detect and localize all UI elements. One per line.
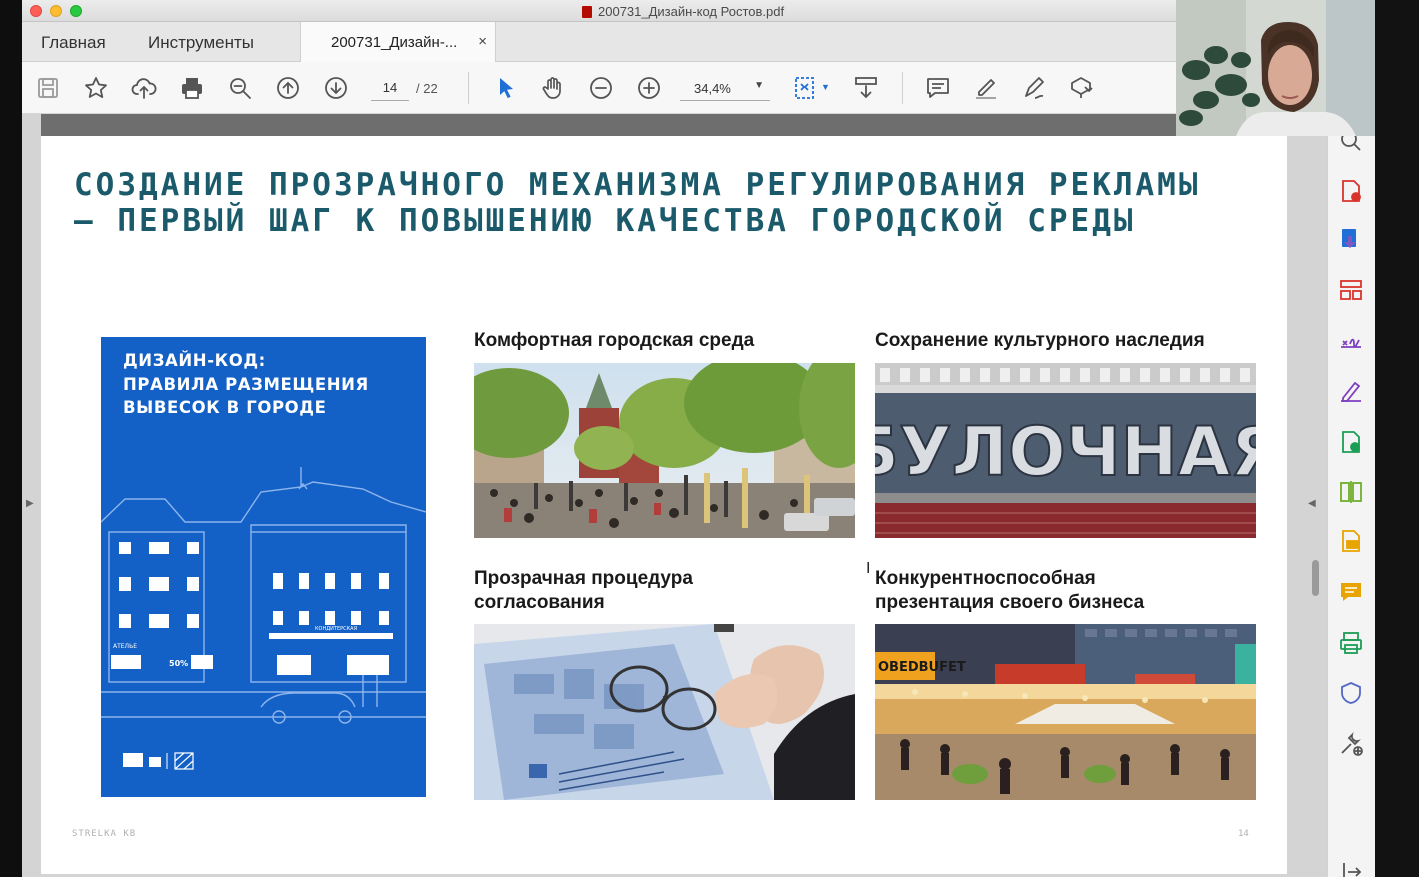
booklet-sign-confectionery: КОНДИТЕРСКАЯ <box>315 626 357 632</box>
design-code-booklet-cover: ДИЗАЙН-КОД: ПРАВИЛА РАЗМЕЩЕНИЯ ВЫВЕСОК В… <box>101 337 426 797</box>
right-screen-edge <box>1375 0 1419 877</box>
slide-headline: СОЗДАНИЕ ПРОЗРАЧНОГО МЕХАНИЗМА РЕГУЛИРОВ… <box>74 167 1201 239</box>
zoom-out-icon[interactable] <box>587 74 615 102</box>
protect-icon[interactable] <box>1338 680 1364 706</box>
save-icon[interactable] <box>34 74 62 102</box>
tools-sidebar <box>1327 114 1375 877</box>
photo-approval-documents <box>474 624 855 800</box>
share-icon[interactable] <box>1338 859 1364 877</box>
close-tab-button[interactable]: × <box>478 33 487 50</box>
webcam-video-feed <box>1176 0 1375 136</box>
close-window-button[interactable] <box>30 5 42 17</box>
toolbar-separator <box>902 72 903 104</box>
page-fit-icon[interactable] <box>792 74 820 102</box>
tab-home[interactable]: Главная <box>41 33 106 53</box>
booklet-street-illustration: АТЕЛЬЕ 50% КОНДИТЕРСКАЯ <box>101 467 426 770</box>
cafe-sign-text: OBEDBUFET <box>878 660 966 675</box>
caption-cultural-heritage: Сохранение культурного наследия <box>875 330 1205 351</box>
toolbar-separator <box>468 72 469 104</box>
caption-comfortable-environment: Комфортная городская среда <box>474 330 755 351</box>
page-total: / 22 <box>416 81 438 96</box>
app-window: 200731_Дизайн-код Ростов.pdf Главная Инс… <box>0 0 1419 877</box>
zoom-in-icon[interactable] <box>635 74 663 102</box>
page-down-icon[interactable] <box>322 74 350 102</box>
edit-pdf-icon[interactable] <box>1338 378 1364 404</box>
photo-bakery-sign: БУЛОЧНАЯ <box>875 363 1256 538</box>
title-bar: 200731_Дизайн-код Ростов.pdf <box>22 0 1176 22</box>
maximize-window-button[interactable] <box>70 5 82 17</box>
right-panel-toggle-icon[interactable]: ◀ <box>1308 498 1316 509</box>
page-footer-brand: STRELKA KB <box>72 829 137 839</box>
window-title-text: 200731_Дизайн-код Ростов.pdf <box>598 4 785 19</box>
create-pdf-icon[interactable] <box>1338 178 1364 204</box>
left-screen-edge <box>0 0 22 877</box>
text-cursor-icon: I <box>866 560 871 577</box>
booklet-sign-atelier: АТЕЛЬЕ <box>113 643 137 650</box>
pdf-page: СОЗДАНИЕ ПРОЗРАЧНОГО МЕХАНИЗМА РЕГУЛИРОВ… <box>41 136 1287 874</box>
redact-icon[interactable] <box>1338 528 1364 554</box>
combine-files-icon[interactable] <box>1338 429 1364 455</box>
caption-competitive-business: Конкурентноспособная презентация своего … <box>875 568 1145 613</box>
left-panel-toggle-icon[interactable]: ▶ <box>26 498 34 509</box>
bookmark-star-icon[interactable] <box>82 74 110 102</box>
window-title: 200731_Дизайн-код Ростов.pdf <box>582 4 784 19</box>
fill-sign-icon[interactable] <box>1338 327 1364 353</box>
photo-city-street <box>474 363 855 538</box>
print-icon[interactable] <box>178 74 206 102</box>
print-production-icon[interactable] <box>1338 630 1364 656</box>
hand-tool-icon[interactable] <box>539 74 567 102</box>
page-number-input[interactable] <box>371 75 409 101</box>
page-fit-caret-icon[interactable]: ▼ <box>821 82 830 92</box>
minimize-window-button[interactable] <box>50 5 62 17</box>
booklet-sign-sale: 50% <box>169 659 188 668</box>
tab-document[interactable]: 200731_Дизайн-... × <box>300 22 496 62</box>
sign-icon[interactable] <box>1020 74 1048 102</box>
photo-evening-street-market: OBEDBUFET <box>875 624 1256 800</box>
upload-cloud-icon[interactable] <box>130 74 158 102</box>
document-viewer[interactable]: ▶ ◀ СОЗДАНИЕ ПРОЗРАЧНОГО МЕХАНИЗМА РЕГУЛ… <box>22 114 1327 877</box>
tab-document-label: 200731_Дизайн-... <box>331 34 458 51</box>
highlight-pen-icon[interactable] <box>972 74 1000 102</box>
zoom-level-value: 34,4% <box>694 81 731 96</box>
vertical-scrollbar[interactable] <box>1312 560 1319 596</box>
scroll-mode-icon[interactable] <box>852 74 880 102</box>
select-arrow-icon[interactable] <box>492 74 520 102</box>
more-tools-icon[interactable] <box>1338 731 1364 757</box>
caption-transparent-procedure: Прозрачная процедура согласования <box>474 568 693 613</box>
chevron-down-icon: ▼ <box>754 80 764 91</box>
organize-pages-icon[interactable] <box>1338 277 1364 303</box>
zoom-level-dropdown[interactable]: 34,4% ▼ <box>680 75 770 101</box>
bakery-sign-text: БУЛОЧНАЯ <box>875 413 1256 492</box>
tab-tools[interactable]: Инструменты <box>148 33 254 53</box>
toolbar: / 22 34,4% ▼ ▼ <box>22 62 1176 114</box>
page-up-icon[interactable] <box>274 74 302 102</box>
page-footer-number: 14 <box>1238 829 1249 839</box>
pdf-file-icon <box>582 5 592 18</box>
stamp-tools-icon[interactable] <box>1068 74 1096 102</box>
comment-icon[interactable] <box>924 74 952 102</box>
previous-page-bottom <box>41 114 1287 136</box>
compare-icon[interactable] <box>1338 479 1364 505</box>
comment-icon[interactable] <box>1338 579 1364 605</box>
tab-bar: Главная Инструменты 200731_Дизайн-... × <box>22 22 1176 62</box>
export-pdf-icon[interactable] <box>1338 226 1364 252</box>
zoom-search-icon[interactable] <box>226 74 254 102</box>
